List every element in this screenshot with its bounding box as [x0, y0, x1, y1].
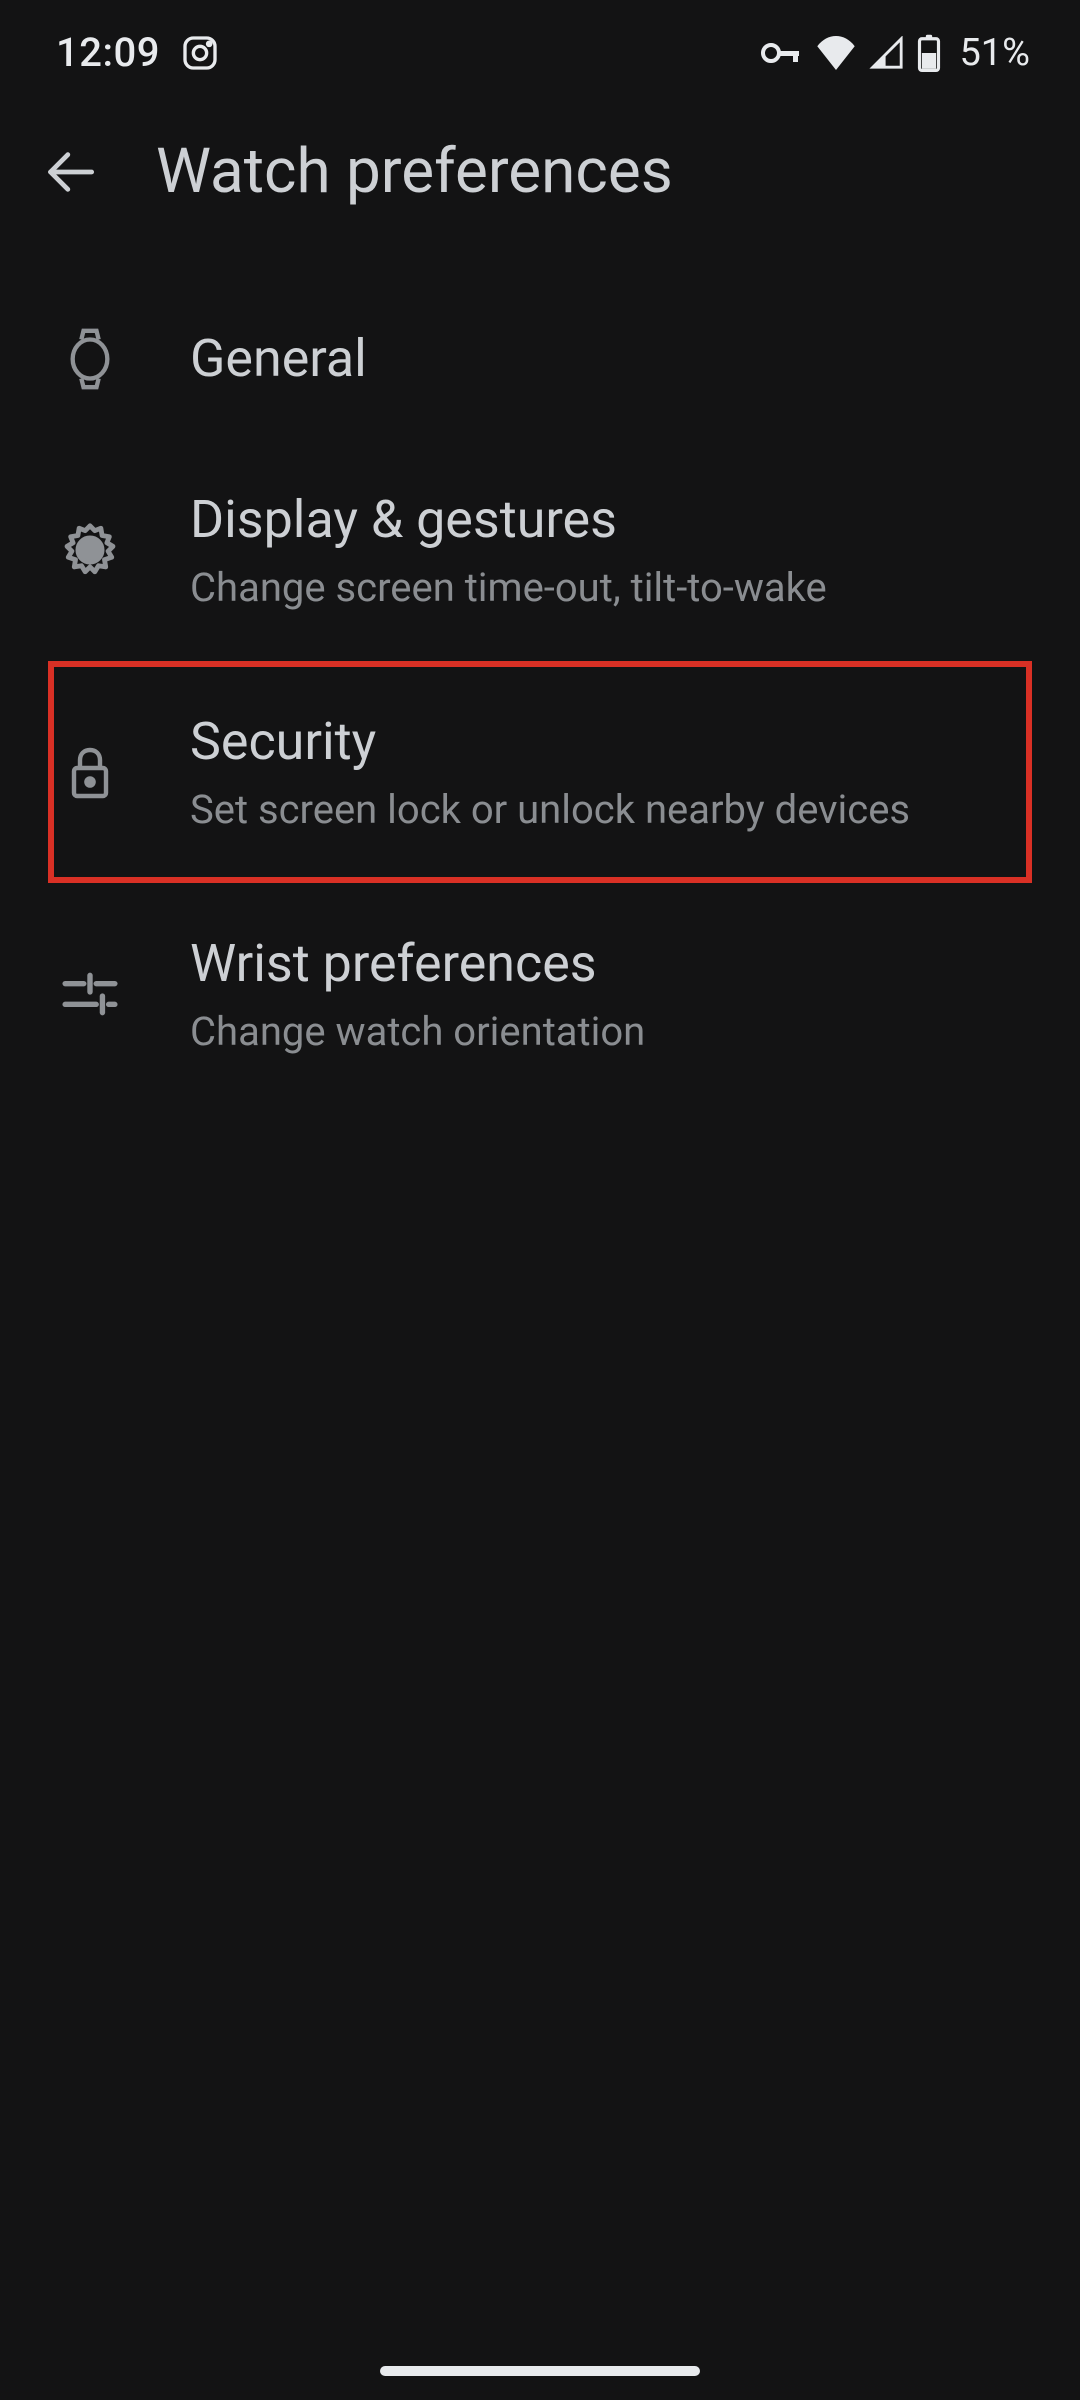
- nav-handle[interactable]: [380, 2366, 700, 2376]
- setting-text: General: [190, 328, 367, 389]
- status-time: 12:09: [56, 29, 160, 76]
- setting-subtitle: Set screen lock or unlock nearby devices: [190, 786, 910, 833]
- sliders-icon: [60, 964, 120, 1024]
- setting-title: General: [190, 328, 367, 389]
- lock-icon: [60, 742, 120, 802]
- setting-item-display[interactable]: Display & gestures Change screen time-ou…: [0, 439, 1080, 661]
- instagram-icon: [180, 33, 220, 73]
- battery-percentage: 51%: [959, 31, 1030, 75]
- signal-icon: [869, 36, 905, 70]
- brightness-icon: [60, 520, 120, 580]
- key-icon: [761, 41, 803, 65]
- setting-text: Security Set screen lock or unlock nearb…: [190, 711, 910, 833]
- setting-item-wrist[interactable]: Wrist preferences Change watch orientati…: [0, 883, 1080, 1105]
- setting-subtitle: Change watch orientation: [190, 1008, 645, 1055]
- setting-title: Display & gestures: [190, 489, 827, 550]
- setting-text: Wrist preferences Change watch orientati…: [190, 933, 645, 1055]
- setting-text: Display & gestures Change screen time-ou…: [190, 489, 827, 611]
- settings-list: General Display & gestures Change screen…: [0, 248, 1080, 1105]
- setting-title: Wrist preferences: [190, 933, 645, 994]
- status-right: 51%: [761, 31, 1030, 75]
- wifi-icon: [815, 36, 857, 70]
- page-title: Watch preferences: [156, 135, 673, 208]
- setting-item-general[interactable]: General: [0, 278, 1080, 439]
- back-button[interactable]: [40, 142, 100, 202]
- setting-item-security[interactable]: Security Set screen lock or unlock nearb…: [48, 661, 1032, 883]
- setting-subtitle: Change screen time-out, tilt-to-wake: [190, 564, 827, 611]
- setting-title: Security: [190, 711, 910, 772]
- status-bar: 12:09: [0, 0, 1080, 95]
- watch-icon: [60, 329, 120, 389]
- header: Watch preferences: [0, 95, 1080, 248]
- status-left: 12:09: [56, 29, 220, 76]
- battery-icon: [917, 34, 941, 72]
